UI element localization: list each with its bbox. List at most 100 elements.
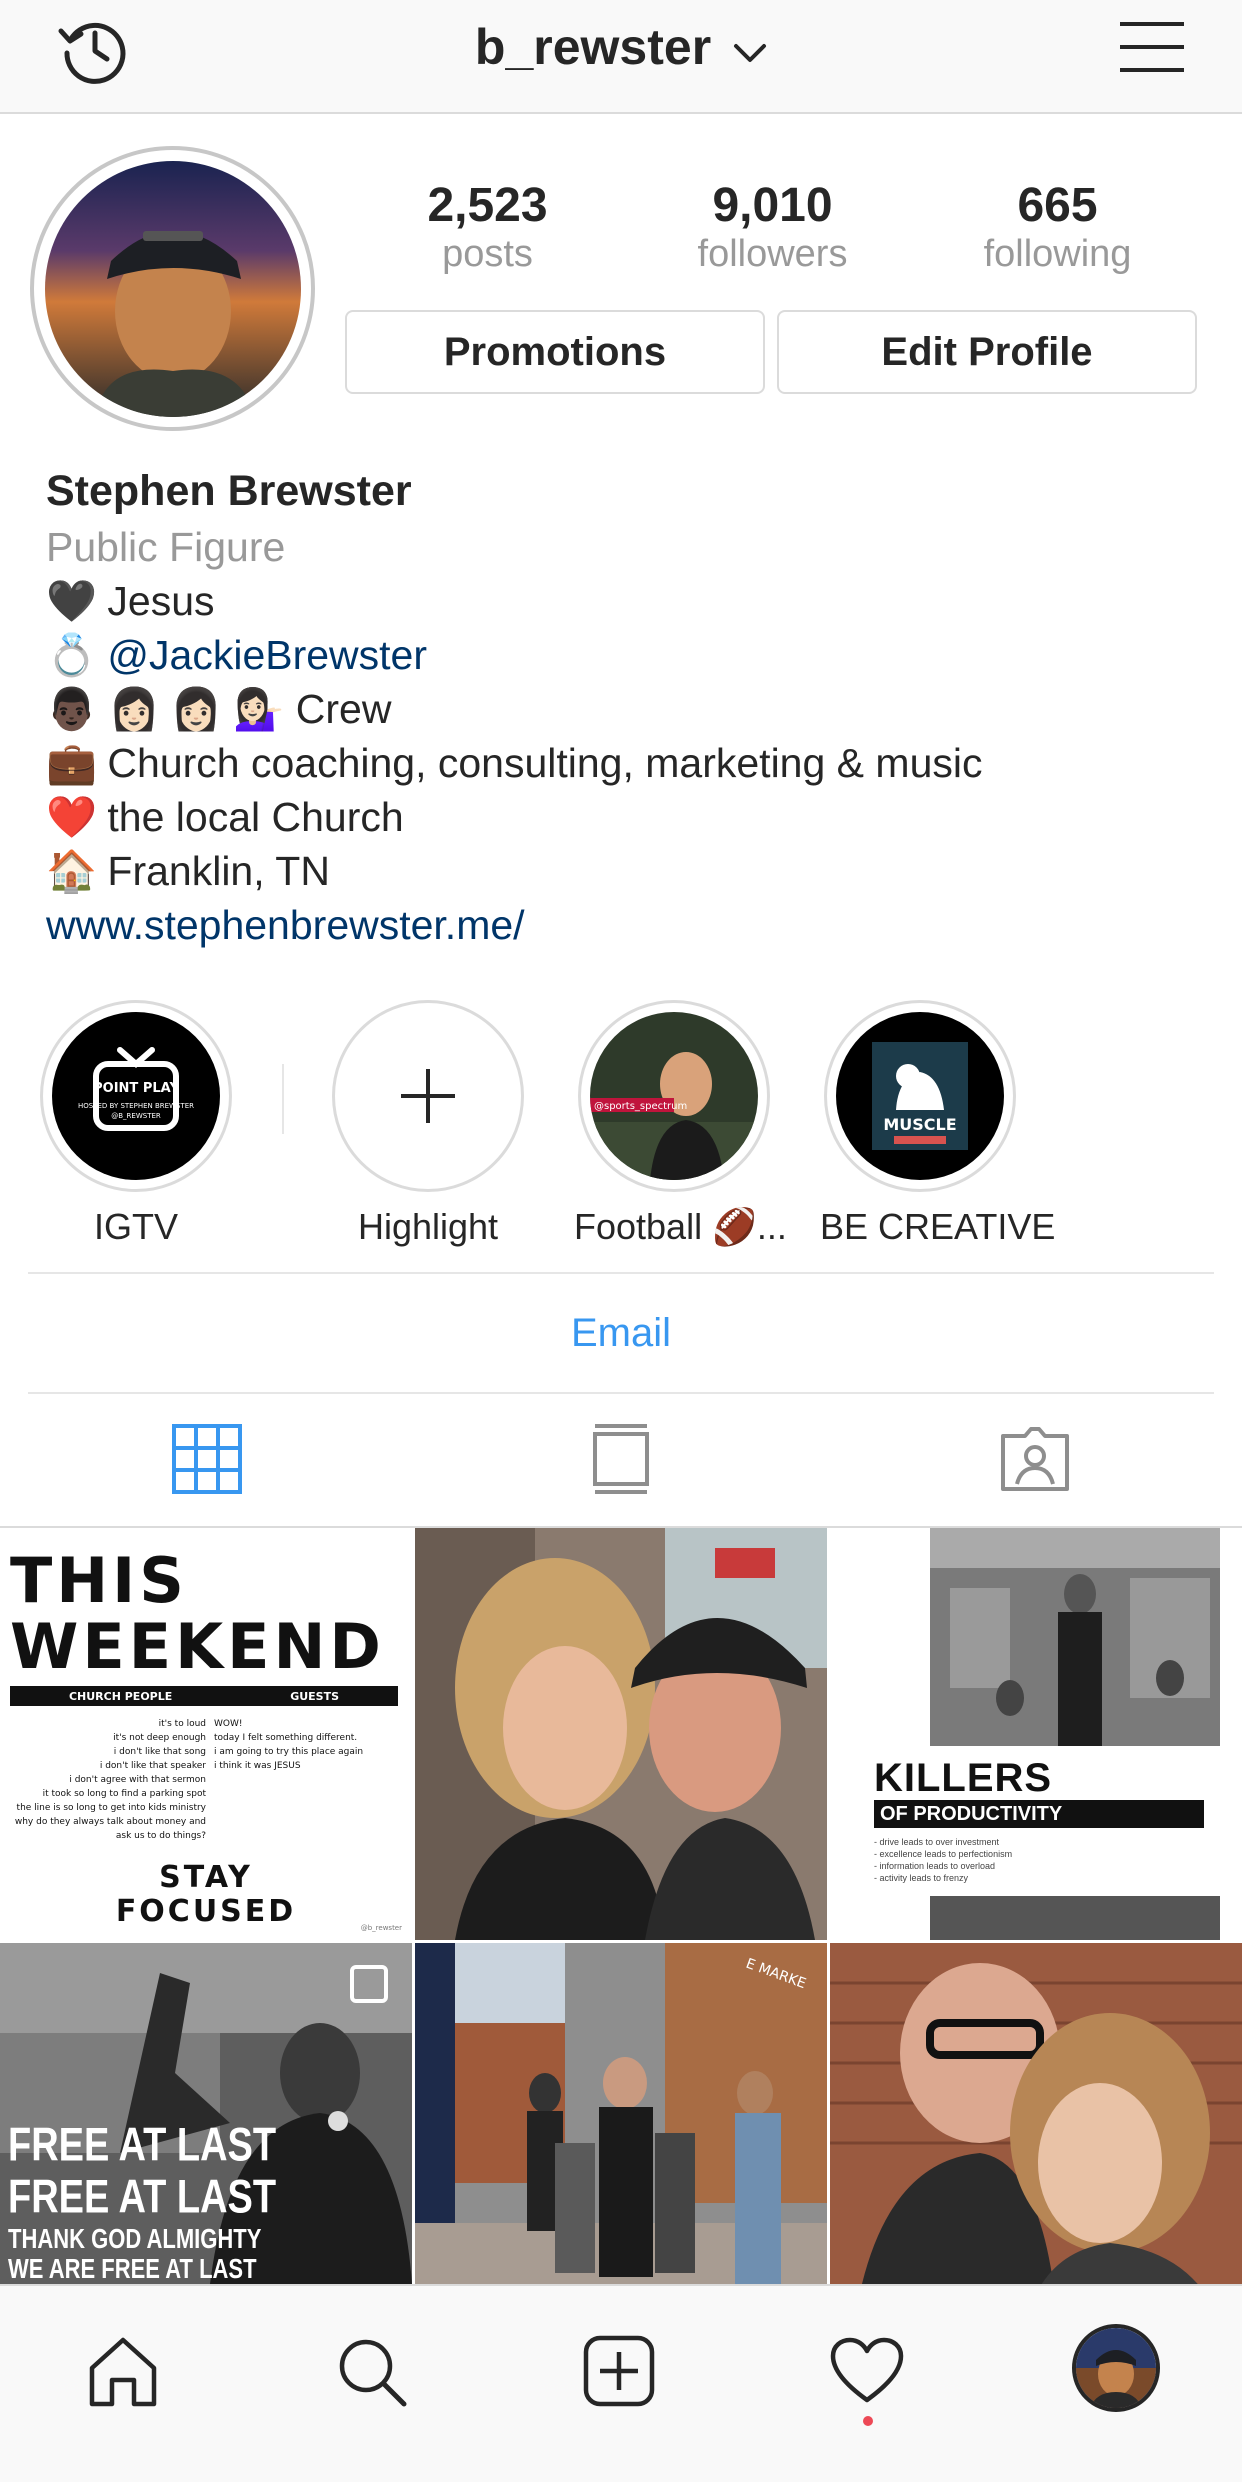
post-handle: @b_rewster bbox=[360, 1924, 402, 1932]
highlight-be-creative[interactable]: MUSCLE BE CREATIVE bbox=[820, 1000, 1055, 1248]
post-photo bbox=[930, 1896, 1220, 1940]
bio-line: 🏠 Franklin, TN bbox=[46, 844, 1196, 898]
post-text-line: today I felt something different. bbox=[214, 1733, 358, 1743]
username-title: b_rewster bbox=[474, 19, 712, 75]
post-table-header: CHURCH PEOPLE GUESTS bbox=[10, 1686, 398, 1706]
post-footer: STAY bbox=[159, 1860, 253, 1895]
igtv-icon: POINT PLAY HOSTED BY STEPHEN BREWSTER @B… bbox=[52, 1012, 220, 1180]
post-headline: THIS bbox=[10, 1544, 188, 1617]
home-icon[interactable] bbox=[80, 2328, 166, 2414]
highlight-cover-image: MUSCLE bbox=[836, 1012, 1004, 1180]
followers-count[interactable]: 9,010 followers bbox=[630, 180, 915, 276]
bio-line-text: the local Church bbox=[107, 794, 404, 840]
tab-grid[interactable] bbox=[0, 1396, 414, 1526]
profile-avatar[interactable] bbox=[1072, 2324, 1160, 2412]
post-thumbnail[interactable]: THIS WEEKEND CHURCH PEOPLE GUESTS it's t… bbox=[0, 1528, 412, 1940]
multiple-posts-icon bbox=[350, 1965, 388, 2003]
post-subheadline: OF PRODUCTIVITY bbox=[874, 1800, 1204, 1828]
bio-line: 💍 @JackieBrewster bbox=[46, 628, 1196, 682]
briefcase-icon: 💼 bbox=[46, 740, 98, 786]
post-text-line: - drive leads to over investment bbox=[874, 1837, 1000, 1847]
post-text-line: why do they always talk about money and bbox=[14, 1817, 206, 1827]
post-thumbnail[interactable]: FREE AT LAST FREE AT LAST THANK GOD ALMI… bbox=[0, 1943, 412, 2284]
highlight-ring: POINT PLAY HOSTED BY STEPHEN BREWSTER @B… bbox=[40, 1000, 232, 1192]
post-text-line: WOW! bbox=[214, 1719, 243, 1729]
post-text-line: i think it was JESUS bbox=[214, 1761, 301, 1771]
post-text-line: - activity leads to frenzy bbox=[874, 1873, 969, 1883]
bio-line-text: Church coaching, consulting, marketing &… bbox=[107, 740, 983, 786]
new-highlight[interactable]: Highlight bbox=[328, 1000, 528, 1248]
stat-value: 665 bbox=[1017, 179, 1098, 232]
following-count[interactable]: 665 following bbox=[915, 180, 1200, 276]
email-contact-bar[interactable]: Email bbox=[28, 1272, 1214, 1394]
activity-heart-icon[interactable] bbox=[824, 2328, 910, 2414]
tab-tagged[interactable] bbox=[828, 1396, 1242, 1526]
post-photo bbox=[930, 1528, 1220, 1746]
website-link[interactable]: www.stephenbrewster.me/ bbox=[46, 898, 1196, 952]
post-thumbnail[interactable]: E MARKE bbox=[415, 1943, 827, 2284]
edit-profile-button[interactable]: Edit Profile bbox=[777, 310, 1197, 394]
highlight-ring bbox=[332, 1000, 524, 1192]
tab-feed[interactable] bbox=[414, 1396, 828, 1526]
stat-label: followers bbox=[697, 233, 848, 275]
house-icon: 🏠 bbox=[46, 848, 98, 894]
post-text-line: ask us to do things? bbox=[115, 1831, 206, 1841]
search-icon[interactable] bbox=[328, 2328, 414, 2414]
profile-avatar bbox=[44, 160, 301, 417]
post-text-line: the line is so long to get into kids min… bbox=[16, 1803, 206, 1813]
notification-dot bbox=[863, 2416, 873, 2426]
profile-stats: 2,523 posts 9,010 followers 665 followin… bbox=[345, 180, 1200, 276]
hamburger-menu-icon[interactable] bbox=[1118, 18, 1188, 78]
bio-line-text: Jesus bbox=[107, 578, 215, 624]
svg-text:MUSCLE: MUSCLE bbox=[883, 1115, 956, 1134]
profile-name: Stephen Brewster bbox=[46, 467, 412, 515]
post-thumbnail[interactable] bbox=[415, 1528, 827, 1940]
post-bullets: - drive leads to over investment - excel… bbox=[874, 1836, 1012, 1884]
profile-tabs bbox=[0, 1396, 1242, 1528]
highlight-football[interactable]: @sports_spectrum Football 🏈... bbox=[574, 1000, 787, 1248]
post-column-header: GUESTS bbox=[290, 1689, 340, 1703]
post-headline: FREE AT LAST bbox=[8, 2171, 277, 2224]
mention-link[interactable]: @JackieBrewster bbox=[107, 632, 427, 678]
feed-list-icon bbox=[591, 1422, 651, 1501]
ring-icon: 💍 bbox=[46, 632, 98, 678]
post-headline: WEEKEND bbox=[10, 1610, 385, 1683]
post-footer: FOCUSED bbox=[115, 1894, 297, 1929]
stat-label: posts bbox=[442, 233, 533, 275]
promotions-button[interactable]: Promotions bbox=[345, 310, 765, 394]
red-heart-icon: ❤️ bbox=[46, 794, 98, 840]
posts-grid: THIS WEEKEND CHURCH PEOPLE GUESTS it's t… bbox=[0, 1528, 1242, 2284]
svg-text:POINT PLAY: POINT PLAY bbox=[93, 1081, 179, 1096]
svg-text:@B_REWSTER: @B_REWSTER bbox=[111, 1112, 161, 1120]
email-button[interactable]: Email bbox=[571, 1311, 671, 1356]
bio-line: 💼 Church coaching, consulting, marketing… bbox=[46, 736, 1196, 790]
post-subheadline: WE ARE FREE AT LAST bbox=[8, 2253, 257, 2284]
highlight-label: IGTV bbox=[93, 1206, 178, 1247]
highlight-igtv[interactable]: POINT PLAY HOSTED BY STEPHEN BREWSTER @B… bbox=[36, 1000, 236, 1248]
post-text-line: i don't agree with that sermon bbox=[69, 1775, 206, 1785]
new-post-icon[interactable] bbox=[576, 2328, 662, 2414]
post-subheadline: THANK GOD ALMIGHTY bbox=[8, 2223, 262, 2255]
posts-count[interactable]: 2,523 posts bbox=[345, 180, 630, 276]
tagged-icon bbox=[999, 1426, 1071, 1497]
bio-line: ❤️ the local Church bbox=[46, 790, 1196, 844]
bottom-tab-bar bbox=[0, 2284, 1242, 2482]
stat-label: following bbox=[983, 233, 1132, 275]
post-thumbnail[interactable] bbox=[830, 1943, 1242, 2284]
post-text-line: - excellence leads to perfectionism bbox=[874, 1849, 1013, 1859]
highlight-cover-image: @sports_spectrum bbox=[590, 1012, 758, 1180]
bio-line: 🖤 Jesus bbox=[46, 574, 1196, 628]
profile-avatar-ring[interactable] bbox=[30, 146, 315, 431]
highlights-divider bbox=[282, 1064, 284, 1134]
post-text-line: it's to loud bbox=[158, 1719, 206, 1729]
highlight-label: Highlight bbox=[357, 1206, 499, 1247]
post-headline: FREE AT LAST bbox=[8, 2119, 277, 2172]
post-text-line: i don't like that song bbox=[113, 1747, 206, 1757]
post-text-panel: KILLERS OF PRODUCTIVITY - drive leads to… bbox=[830, 1746, 1242, 1896]
post-thumbnail[interactable]: KILLERS OF PRODUCTIVITY - drive leads to… bbox=[830, 1528, 1242, 1940]
black-heart-icon: 🖤 bbox=[46, 578, 98, 624]
username-switcher[interactable]: b_rewster bbox=[0, 18, 1242, 76]
svg-text:@sports_spectrum: @sports_spectrum bbox=[594, 1101, 687, 1112]
post-text-line: i don't like that speaker bbox=[99, 1761, 206, 1771]
post-text-line: it took so long to find a parking spot bbox=[42, 1789, 206, 1799]
